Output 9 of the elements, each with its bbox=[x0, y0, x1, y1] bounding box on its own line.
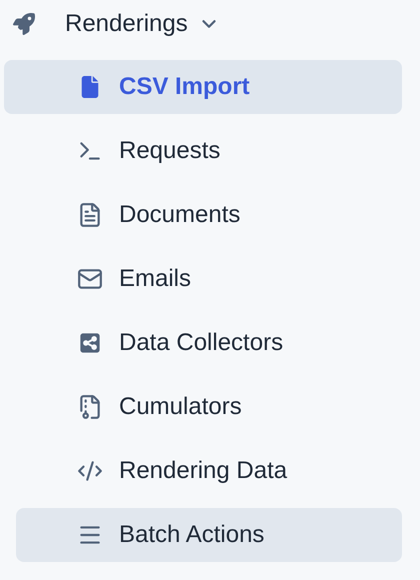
nav-item[interactable]: CSV Import bbox=[4, 60, 402, 114]
section-toggle[interactable]: Renderings bbox=[65, 6, 220, 42]
nav-item[interactable]: Batch Actions bbox=[16, 508, 402, 562]
nav-item[interactable]: Cumulators bbox=[4, 380, 402, 434]
nav-item[interactable]: Documents bbox=[4, 188, 402, 242]
nav-item[interactable]: Emails bbox=[4, 252, 402, 306]
nav-item[interactable]: Data Collectors bbox=[4, 316, 402, 370]
nav-item[interactable]: Rendering Data bbox=[4, 444, 402, 498]
nav-item[interactable]: Requests bbox=[4, 124, 402, 178]
